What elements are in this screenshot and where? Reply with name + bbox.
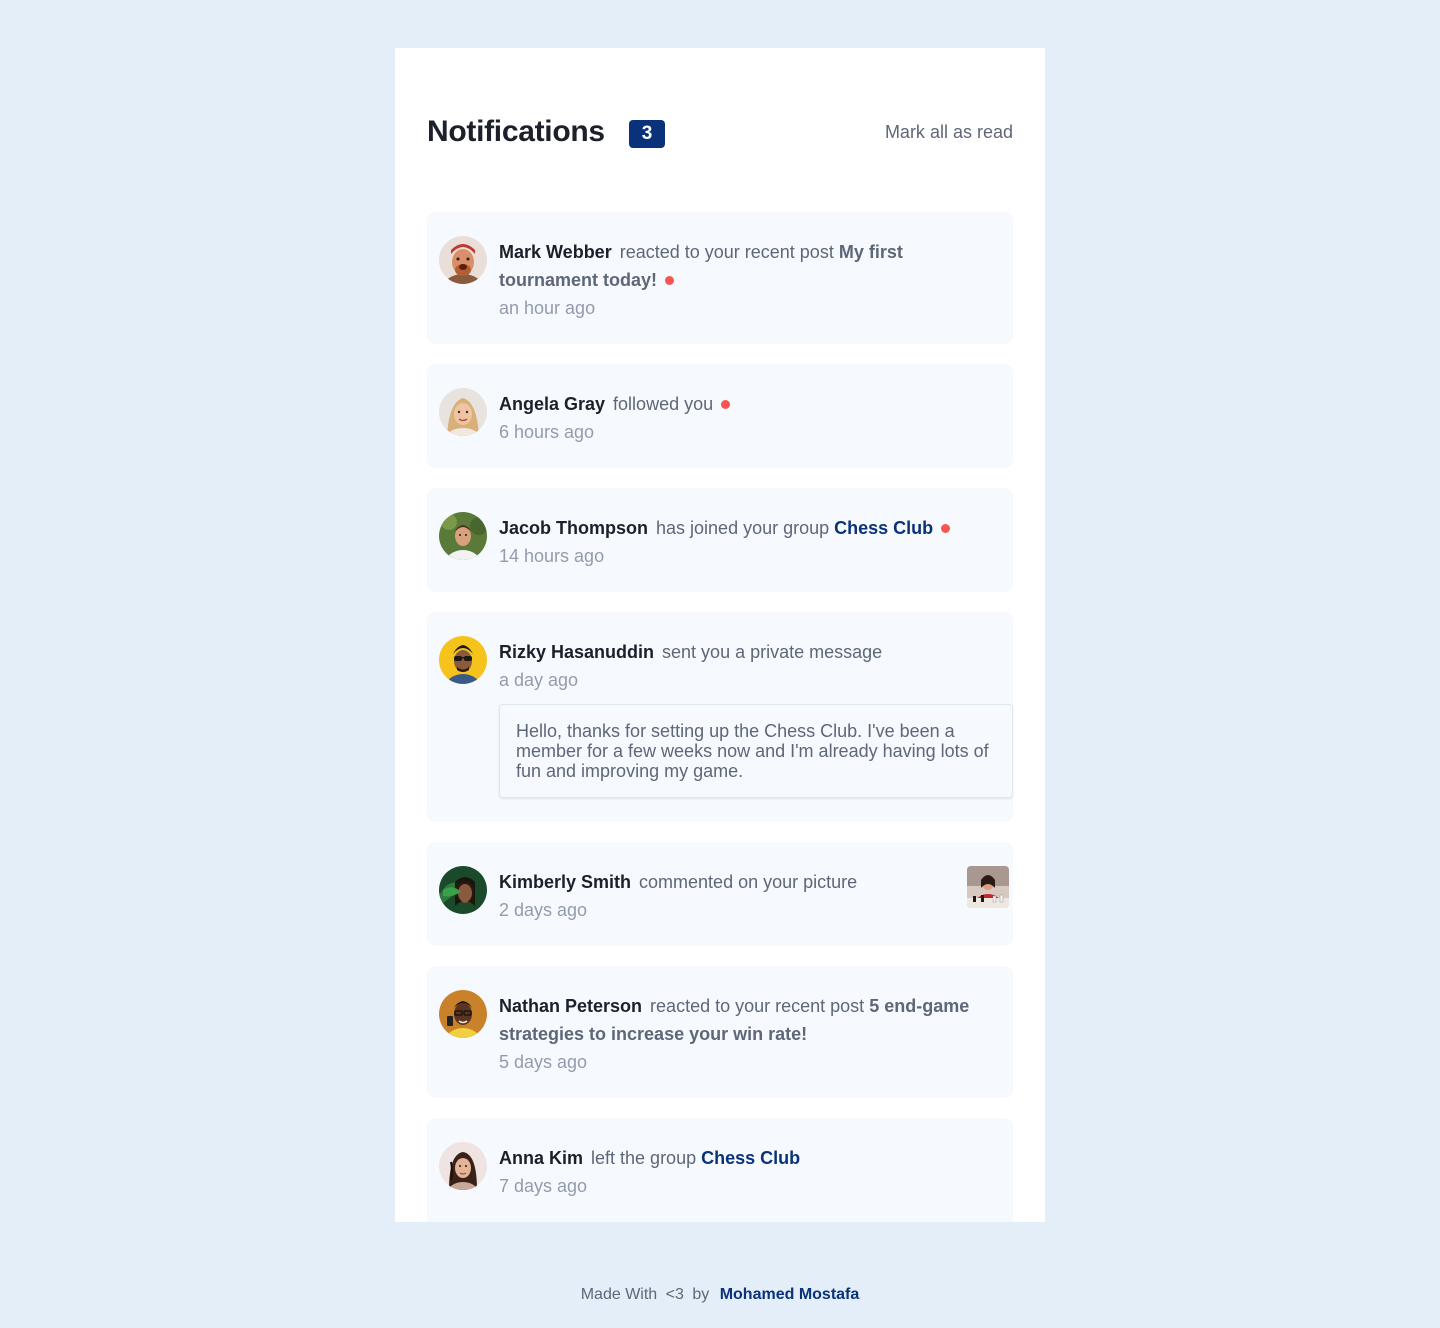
avatar-anna-kim-icon[interactable] — [439, 1142, 487, 1190]
unread-dot-icon — [721, 400, 731, 409]
notification-text: Kimberly Smith commented on your picture … — [499, 868, 999, 924]
notification-action: left the group — [591, 1148, 697, 1168]
notification-item[interactable]: Nathan Peterson reacted to your recent po… — [427, 966, 1013, 1098]
footer-heart: <3 — [665, 1286, 684, 1303]
private-message-preview[interactable]: Hello, thanks for setting up the Chess C… — [499, 704, 1013, 798]
group-link[interactable]: Chess Club — [701, 1148, 800, 1168]
notification-item[interactable]: Kimberly Smith commented on your picture … — [427, 842, 1013, 946]
user-name[interactable]: Angela Gray — [499, 394, 605, 414]
notifications-card: Notifications 3 Mark all as read Mark We… — [395, 48, 1045, 1222]
notification-item[interactable]: Mark Webber reacted to your recent post M… — [427, 212, 1013, 344]
notification-item[interactable]: Anna Kim left the group Chess Club 7 days… — [427, 1118, 1013, 1222]
mark-all-as-read-button[interactable]: Mark all as read — [885, 120, 1013, 144]
notification-text: Jacob Thompson has joined your group Ches… — [499, 514, 999, 570]
notification-text: Rizky Hasanuddin sent you a private messa… — [499, 638, 999, 694]
notification-time: 6 hours ago — [499, 422, 595, 442]
footer-made-with: Made With — [580, 1286, 658, 1303]
notification-action: reacted to your recent post — [619, 242, 834, 262]
notification-action: reacted to your recent post — [650, 996, 865, 1016]
notification-item[interactable]: Jacob Thompson has joined your group Ches… — [427, 488, 1013, 592]
notification-action: followed you — [613, 394, 714, 414]
notification-text: Nathan Peterson reacted to your recent po… — [499, 992, 999, 1076]
notification-action: commented on your picture — [639, 872, 858, 892]
user-name[interactable]: Nathan Peterson — [499, 996, 642, 1016]
notification-item[interactable]: Rizky Hasanuddin sent you a private messa… — [427, 612, 1013, 822]
footer-author-link[interactable]: Mohamed Mostafa — [720, 1286, 860, 1303]
notification-action: has joined your group — [656, 518, 830, 538]
user-name[interactable]: Mark Webber — [499, 242, 612, 262]
notification-action: sent you a private message — [662, 642, 883, 662]
notification-time: 7 days ago — [499, 1176, 588, 1196]
notification-time: 14 hours ago — [499, 546, 605, 566]
notification-text: Mark Webber reacted to your recent post M… — [499, 238, 999, 322]
footer-by: by — [692, 1286, 710, 1303]
user-name[interactable]: Kimberly Smith — [499, 872, 631, 892]
notification-text: Angela Gray followed you 6 hours ago — [499, 390, 999, 446]
user-name[interactable]: Anna Kim — [499, 1148, 583, 1168]
chess-picture-thumbnail-icon[interactable] — [967, 866, 1009, 908]
unread-dot-icon — [941, 524, 951, 533]
avatar-jacob-thompson-icon[interactable] — [439, 512, 487, 560]
unread-dot-icon — [665, 276, 675, 285]
notification-item[interactable]: Angela Gray followed you 6 hours ago — [427, 364, 1013, 468]
avatar-kimberly-smith-icon[interactable] — [439, 866, 487, 914]
avatar-rizky-hasanuddin-icon[interactable] — [439, 636, 487, 684]
notification-time: a day ago — [499, 670, 579, 690]
notification-time: an hour ago — [499, 298, 596, 318]
user-name[interactable]: Rizky Hasanuddin — [499, 642, 654, 662]
user-name[interactable]: Jacob Thompson — [499, 518, 648, 538]
notification-time: 5 days ago — [499, 1052, 588, 1072]
page-footer: Made With <3 by Mohamed Mostafa — [0, 1284, 1440, 1306]
notifications-header: Notifications 3 Mark all as read — [427, 114, 1013, 150]
avatar-nathan-peterson-icon[interactable] — [439, 990, 487, 1038]
avatar-angela-gray-icon[interactable] — [439, 388, 487, 436]
unread-count-badge: 3 — [629, 120, 665, 148]
notification-text: Anna Kim left the group Chess Club 7 days… — [499, 1144, 999, 1200]
notification-time: 2 days ago — [499, 900, 588, 920]
avatar-mark-webber-icon[interactable] — [439, 236, 487, 284]
page-title: Notifications — [427, 115, 605, 148]
group-link[interactable]: Chess Club — [834, 518, 933, 538]
